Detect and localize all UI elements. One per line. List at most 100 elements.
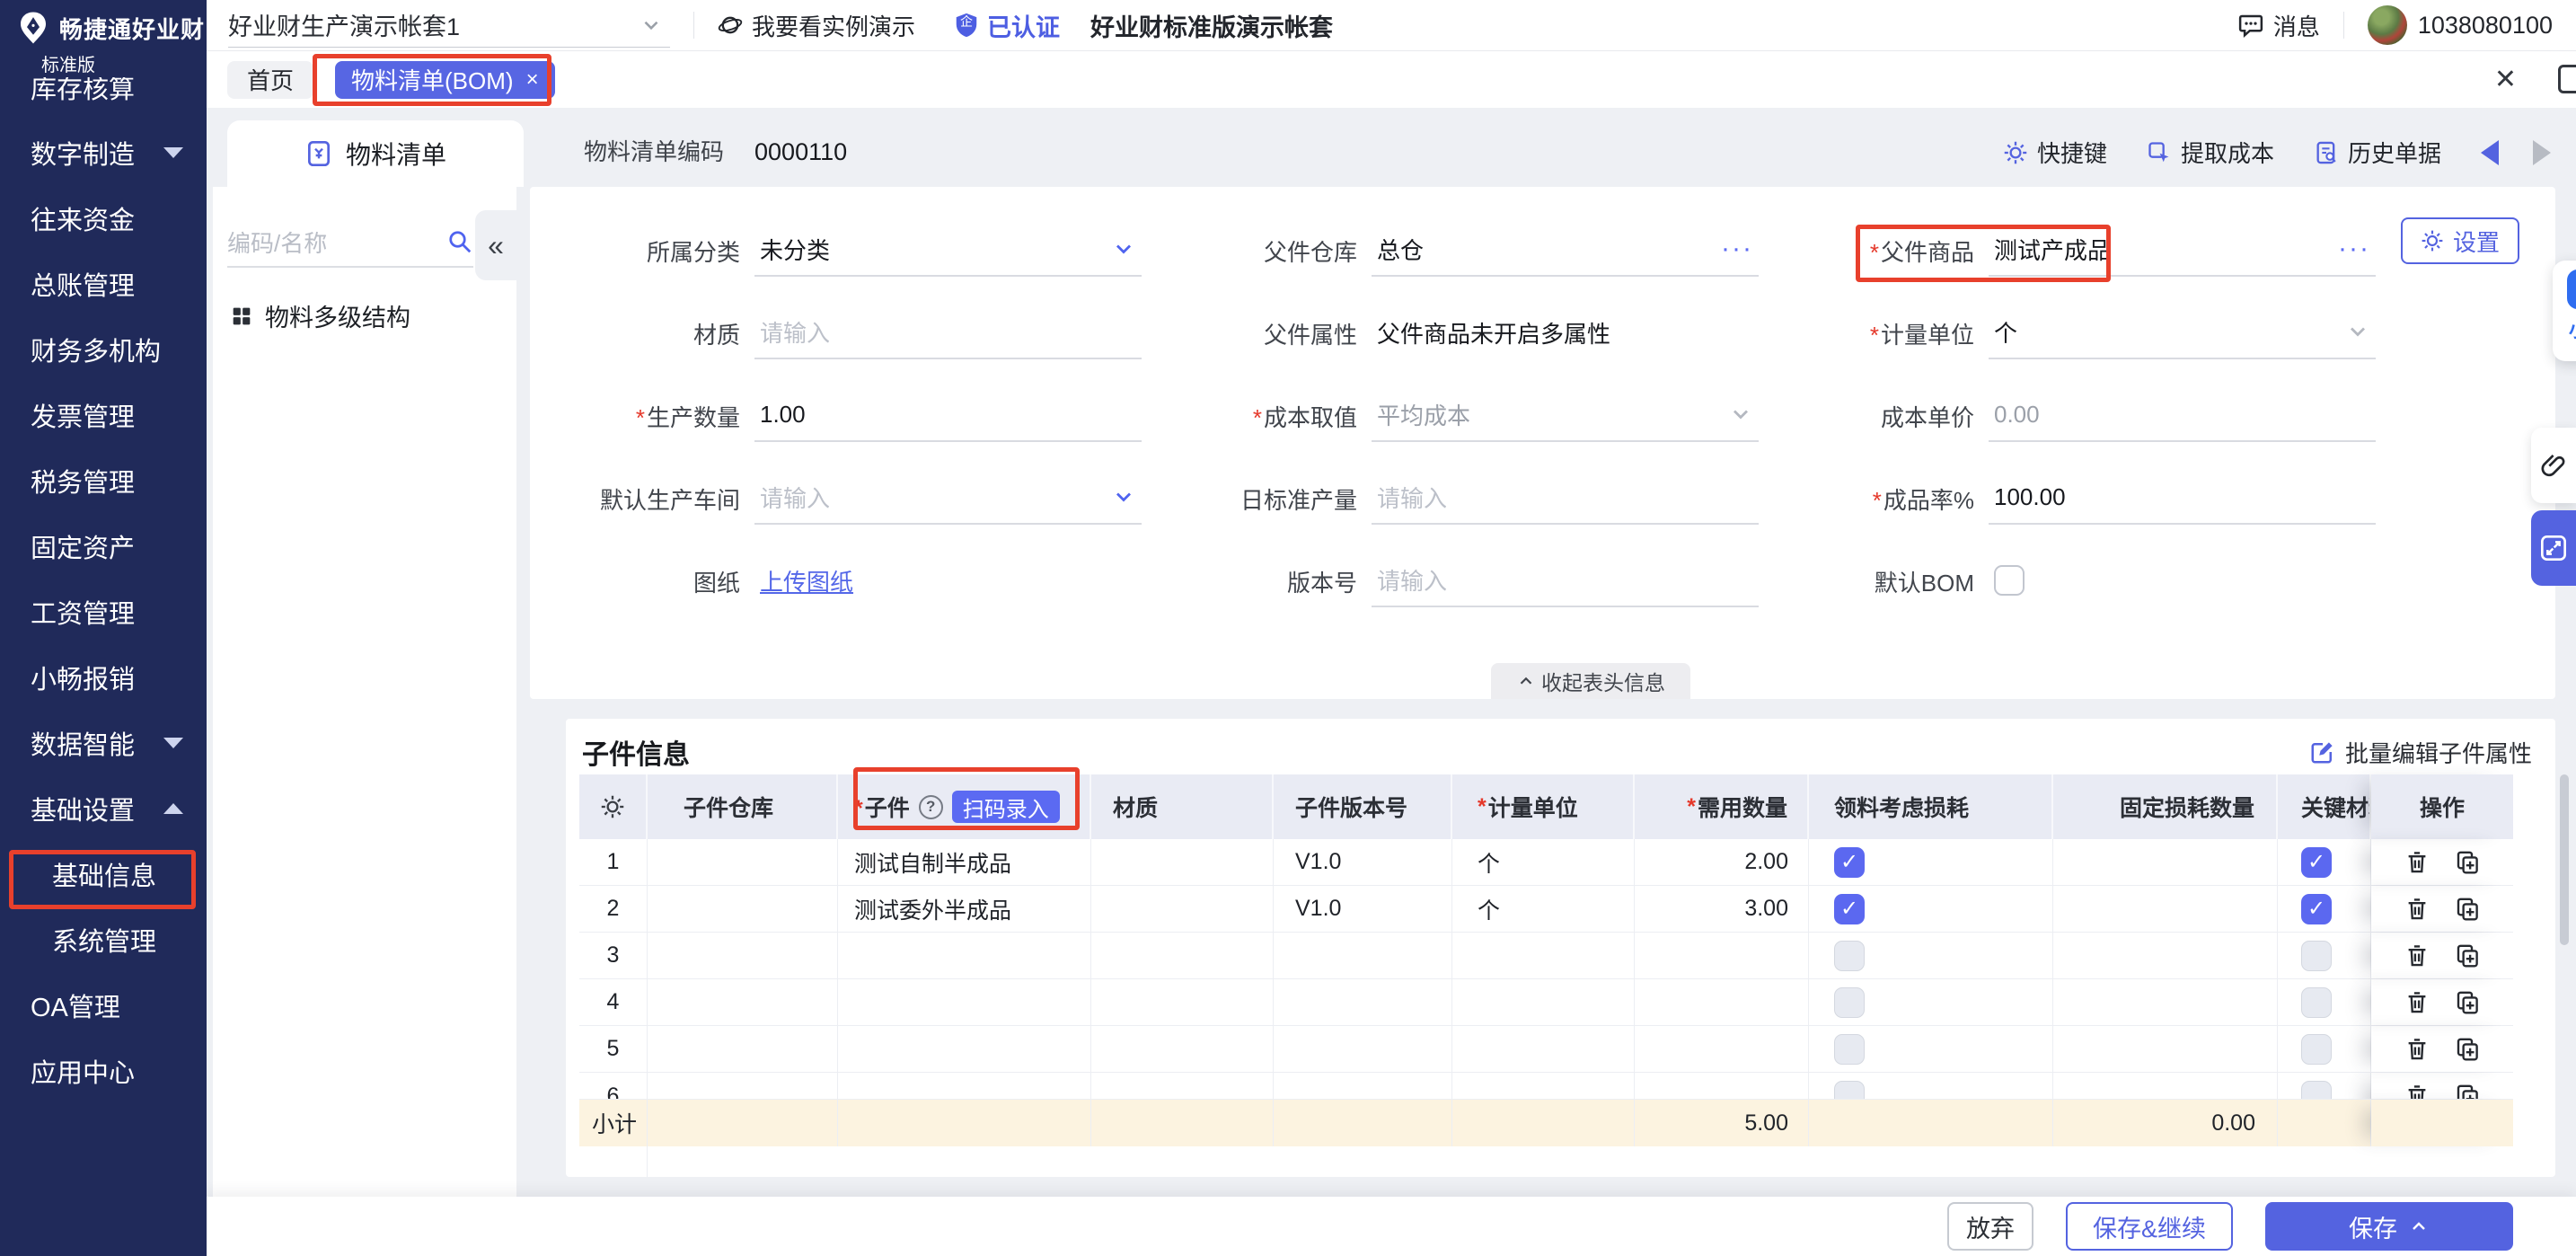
- sidebar-item-basic-settings[interactable]: 基础设置: [0, 775, 207, 841]
- cell-fixed-loss[interactable]: [2053, 1073, 2278, 1100]
- unit-select[interactable]: 个: [1989, 313, 2376, 359]
- account-book-selector[interactable]: 好业财生产演示帐套1: [228, 3, 670, 48]
- yield-input[interactable]: 100.00: [1989, 478, 2376, 525]
- history-documents-button[interactable]: 历史单据: [2314, 136, 2441, 169]
- loss-checkbox[interactable]: [1834, 1034, 1865, 1065]
- cell-child[interactable]: 测试自制半成品: [838, 839, 1091, 885]
- cell-version[interactable]: V1.0: [1274, 886, 1452, 932]
- cell-qty[interactable]: [1635, 1073, 1809, 1100]
- cell-fixed-loss[interactable]: [2053, 933, 2278, 978]
- trash-icon[interactable]: [2404, 989, 2430, 1016]
- cell-qty[interactable]: [1635, 1026, 1809, 1072]
- bom-page-tab[interactable]: 物料清单: [227, 120, 524, 187]
- cell-version[interactable]: [1274, 1026, 1452, 1072]
- cell-fixed-loss[interactable]: [2053, 979, 2278, 1025]
- attachment-dock-button[interactable]: [2531, 428, 2576, 503]
- expand-dock-button[interactable]: [2531, 510, 2576, 586]
- assistant-widget[interactable]: 小畅: [2553, 261, 2576, 361]
- sidebar-item-payroll[interactable]: 工资管理: [0, 579, 207, 644]
- cell-fixed-loss[interactable]: [2053, 839, 2278, 885]
- cell-child[interactable]: [838, 1026, 1091, 1072]
- workshop-select[interactable]: 请输入: [754, 478, 1142, 525]
- settings-button[interactable]: 设置: [2401, 217, 2519, 264]
- trash-icon[interactable]: [2404, 896, 2430, 923]
- cell-unit[interactable]: [1452, 979, 1635, 1025]
- cell-warehouse[interactable]: [648, 1026, 838, 1072]
- default-bom-checkbox[interactable]: [1994, 565, 2025, 596]
- parent-item-picker[interactable]: 测试产成品 ···: [1989, 230, 2376, 277]
- sidebar-item-data-intelligence[interactable]: 数据智能: [0, 710, 207, 775]
- loss-checkbox[interactable]: [1834, 941, 1865, 971]
- key-material-checkbox[interactable]: ✓: [2301, 847, 2332, 878]
- collapse-header-button[interactable]: 收起表头信息: [1491, 663, 1690, 699]
- avatar[interactable]: [2368, 5, 2407, 45]
- cell-material[interactable]: [1091, 979, 1274, 1025]
- sidebar-item-current-funds[interactable]: 往来资金: [0, 185, 207, 251]
- copy-row-icon[interactable]: [2454, 942, 2481, 969]
- category-select[interactable]: 未分类: [754, 230, 1142, 277]
- batch-edit-button[interactable]: 批量编辑子件属性: [2309, 736, 2532, 769]
- loss-checkbox[interactable]: ✓: [1834, 847, 1865, 878]
- tree-item-multilevel-structure[interactable]: 物料多级结构: [213, 298, 516, 333]
- version-input[interactable]: 请输入: [1372, 561, 1759, 607]
- sidebar-item-digital-manufacturing[interactable]: 数字制造: [0, 119, 207, 185]
- trash-icon[interactable]: [2404, 942, 2430, 969]
- cell-child[interactable]: [838, 1073, 1091, 1100]
- daily-output-input[interactable]: 请输入: [1372, 478, 1759, 525]
- upload-drawing-link[interactable]: 上传图纸: [760, 564, 853, 597]
- key-material-checkbox[interactable]: ✓: [2301, 894, 2332, 924]
- search-icon[interactable]: [446, 228, 473, 255]
- copy-row-icon[interactable]: [2454, 1036, 2481, 1063]
- cell-unit[interactable]: [1452, 1026, 1635, 1072]
- trash-icon[interactable]: [2404, 1036, 2430, 1063]
- cell-unit[interactable]: 个: [1452, 839, 1635, 885]
- copy-row-icon[interactable]: [2454, 849, 2481, 876]
- cell-child[interactable]: [838, 979, 1091, 1025]
- more-ellipsis-icon[interactable]: ···: [1721, 243, 1753, 254]
- trash-icon[interactable]: [2404, 849, 2430, 876]
- cell-qty[interactable]: [1635, 933, 1809, 978]
- demo-link[interactable]: 我要看实例演示: [718, 9, 915, 42]
- cost-mode-select[interactable]: 平均成本: [1372, 395, 1759, 442]
- cell-material[interactable]: [1091, 1026, 1274, 1072]
- cell-version[interactable]: [1274, 933, 1452, 978]
- save-button[interactable]: 保存: [2265, 1202, 2513, 1251]
- more-ellipsis-icon[interactable]: ···: [2338, 243, 2370, 254]
- sidebar-item-inventory-accounting[interactable]: 库存核算: [0, 77, 207, 119]
- sidebar-item-multi-org-finance[interactable]: 财务多机构: [0, 316, 207, 382]
- loss-checkbox[interactable]: [1834, 1081, 1865, 1100]
- cell-qty[interactable]: [1635, 979, 1809, 1025]
- help-icon[interactable]: ?: [919, 795, 943, 819]
- cell-warehouse[interactable]: [648, 933, 838, 978]
- sidebar-item-expense[interactable]: 小畅报销: [0, 644, 207, 710]
- sidebar-item-basic-info[interactable]: 基础信息: [0, 841, 207, 907]
- cell-qty[interactable]: 3.00: [1635, 886, 1809, 932]
- key-material-checkbox[interactable]: [2301, 1081, 2332, 1100]
- cell-warehouse[interactable]: [648, 1073, 838, 1100]
- key-material-checkbox[interactable]: [2301, 1034, 2332, 1065]
- cell-child[interactable]: 测试委外半成品: [838, 886, 1091, 932]
- cell-version[interactable]: [1274, 979, 1452, 1025]
- close-icon[interactable]: ×: [526, 69, 539, 91]
- cell-unit[interactable]: [1452, 1073, 1635, 1100]
- cell-material[interactable]: [1091, 886, 1274, 932]
- cell-warehouse[interactable]: [648, 886, 838, 932]
- cell-qty[interactable]: 2.00: [1635, 839, 1809, 885]
- column-settings-gear[interactable]: [579, 774, 648, 839]
- copy-row-icon[interactable]: [2454, 896, 2481, 923]
- sidebar-item-tax[interactable]: 税务管理: [0, 447, 207, 513]
- cell-fixed-loss[interactable]: [2053, 886, 2278, 932]
- loss-checkbox[interactable]: ✓: [1834, 894, 1865, 924]
- key-material-checkbox[interactable]: [2301, 941, 2332, 971]
- tab-bom-list[interactable]: 物料清单(BOM) ×: [335, 61, 555, 99]
- cell-version[interactable]: V1.0: [1274, 839, 1452, 885]
- next-record-icon[interactable]: [2533, 140, 2551, 165]
- shortcut-keys-button[interactable]: 快捷键: [2003, 136, 2107, 169]
- loss-checkbox[interactable]: [1834, 987, 1865, 1018]
- cell-warehouse[interactable]: [648, 979, 838, 1025]
- vertical-scrollbar[interactable]: [2560, 774, 2569, 945]
- sidebar-item-general-ledger[interactable]: 总账管理: [0, 251, 207, 316]
- tree-search-input[interactable]: 编码/名称: [227, 217, 473, 268]
- cell-unit[interactable]: [1452, 933, 1635, 978]
- tab-home[interactable]: 首页: [227, 61, 313, 99]
